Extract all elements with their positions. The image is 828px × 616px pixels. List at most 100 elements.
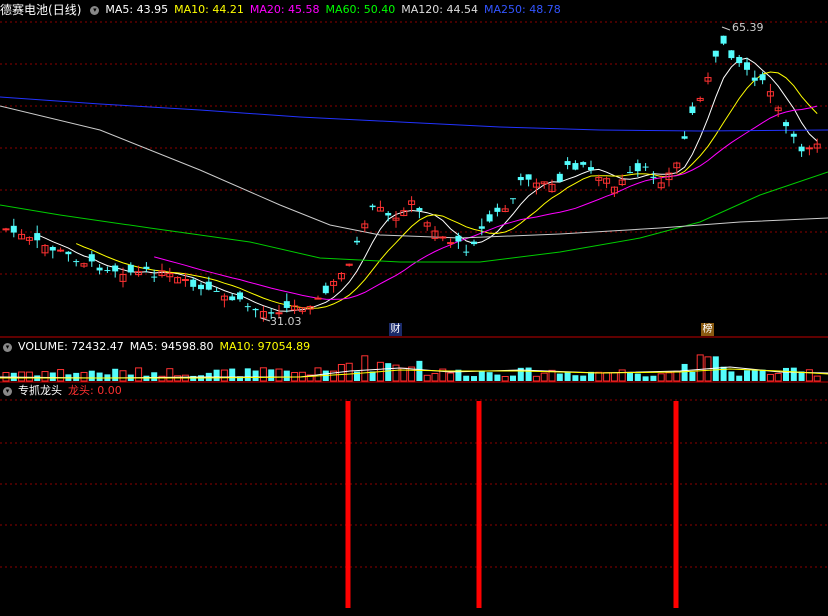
volume-bar xyxy=(532,375,540,382)
ma20-line xyxy=(154,105,818,300)
candle-body xyxy=(564,161,571,165)
candle-body xyxy=(190,279,197,287)
indicator-title: 专抓龙头 xyxy=(18,384,62,397)
volume-bar xyxy=(252,370,259,381)
volume-bar xyxy=(634,373,641,381)
volume-bar xyxy=(744,370,750,381)
volume-bar xyxy=(650,375,657,381)
candle-body xyxy=(455,235,462,242)
candle-body xyxy=(463,251,470,253)
volume-bar xyxy=(689,371,696,381)
volume-bar xyxy=(447,372,455,382)
volume-bar xyxy=(471,376,477,381)
candle-body xyxy=(580,162,587,165)
volume-bar xyxy=(244,368,251,381)
volume-bar xyxy=(494,374,501,381)
candle-body xyxy=(229,296,236,301)
candle-body xyxy=(268,312,275,314)
candle-body xyxy=(728,50,735,59)
candle-body xyxy=(96,267,103,271)
volume-bar xyxy=(361,355,369,382)
candle-body xyxy=(112,265,119,272)
candle-body xyxy=(486,214,493,222)
volume-bar xyxy=(736,375,743,381)
volume-bar xyxy=(783,367,789,381)
candle-body xyxy=(275,312,283,315)
volume-bar xyxy=(556,373,563,381)
volume-bar xyxy=(119,370,127,382)
candle-body xyxy=(385,212,392,216)
candle-body xyxy=(720,35,727,44)
volume-bar xyxy=(268,369,275,381)
ranking-marker[interactable]: 榜 xyxy=(701,323,714,336)
volume-bar xyxy=(525,367,532,381)
volume-bar xyxy=(96,372,103,381)
candle-body xyxy=(751,77,758,81)
candle-body xyxy=(181,278,189,281)
volume-bar xyxy=(681,363,688,381)
candle-body xyxy=(798,146,805,152)
high-price-label: 65.39 xyxy=(732,21,764,34)
volume-bar xyxy=(275,368,283,382)
volume-bar xyxy=(486,372,493,381)
candle-body xyxy=(322,285,329,294)
candle-body xyxy=(416,208,423,211)
candle-body xyxy=(283,301,290,308)
volume-bar xyxy=(540,372,548,382)
candle-body xyxy=(494,207,501,212)
volume-bar xyxy=(345,362,353,382)
volume-bar xyxy=(665,372,673,382)
candle-body xyxy=(198,284,204,290)
candle-body xyxy=(517,176,524,181)
dragon-signal-bar xyxy=(345,401,351,608)
chevron-down-icon[interactable]: ▾ xyxy=(3,342,12,352)
volume-bar xyxy=(627,372,633,381)
volume-bar xyxy=(229,368,236,381)
volume-header: ▾ VOLUME: 72432.47 MA5: 94598.80 MA10: 9… xyxy=(0,339,316,355)
candle-body xyxy=(642,166,649,168)
candle-body xyxy=(314,297,322,300)
candle-body xyxy=(65,251,72,255)
volume-label: VOLUME: 72432.47 xyxy=(18,340,124,353)
volume-bar xyxy=(642,376,649,381)
candle-body xyxy=(744,62,750,70)
candle-body xyxy=(143,266,150,269)
candle-body xyxy=(237,292,243,300)
candle-body xyxy=(34,233,41,241)
candle-body xyxy=(127,264,134,273)
candle-body xyxy=(73,261,80,263)
volume-bar xyxy=(392,364,400,382)
candle-body xyxy=(650,176,657,178)
candle-body xyxy=(736,56,743,64)
volume-bar xyxy=(41,371,49,382)
finance-marker[interactable]: 财 xyxy=(389,323,402,336)
candle-body xyxy=(252,308,259,311)
volume-bar xyxy=(728,371,735,381)
kline-chart[interactable]: 65.39 31.03 xyxy=(0,0,828,616)
candle-body xyxy=(805,147,813,150)
grid-lines xyxy=(0,21,828,568)
volume-ma-lines xyxy=(0,366,828,379)
chevron-down-icon[interactable]: ▾ xyxy=(3,386,12,396)
indicator-series-label: 龙头: 0.00 xyxy=(68,384,122,397)
volume-bar xyxy=(88,370,95,381)
dragon-signals xyxy=(345,401,679,608)
volume-bar xyxy=(463,375,470,381)
volume-bar xyxy=(80,371,88,382)
candle-body xyxy=(2,228,10,231)
candle-body xyxy=(634,163,641,172)
volume-bar xyxy=(220,369,228,382)
candle-body xyxy=(783,122,789,127)
volume-ma10-label: MA10: 97054.89 xyxy=(219,340,311,353)
dragon-signal-bar xyxy=(476,401,482,608)
candle-body xyxy=(10,225,17,233)
candle-body xyxy=(205,281,212,290)
candle-body xyxy=(151,276,158,278)
low-price-label: 31.03 xyxy=(270,315,302,328)
volume-bar xyxy=(813,375,821,382)
volume-bar xyxy=(501,375,509,382)
volume-ma5-label: MA5: 94598.80 xyxy=(129,340,214,353)
candle-body xyxy=(213,290,220,292)
volume-bar xyxy=(25,371,33,382)
candle-body xyxy=(369,205,376,208)
